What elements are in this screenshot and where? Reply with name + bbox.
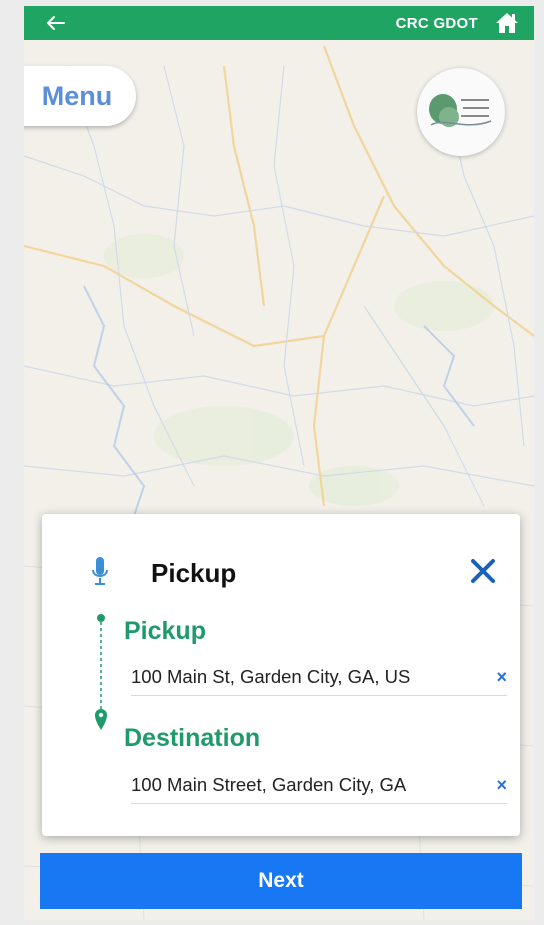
agency-logo-image	[429, 94, 492, 127]
menu-label: Menu	[41, 80, 113, 111]
card-title: Pickup	[151, 558, 237, 588]
clear-destination-button[interactable]: ×	[491, 775, 507, 796]
next-button-label: Next	[258, 869, 304, 892]
trip-entry-card: Pickup Pickup 100 Main St, Garden City, …	[42, 514, 520, 836]
route-connector-icon	[95, 614, 107, 730]
close-icon	[471, 559, 495, 583]
home-button[interactable]	[492, 10, 522, 36]
close-button[interactable]	[462, 550, 504, 592]
destination-address-value: 100 Main Street, Garden City, GA	[131, 774, 407, 795]
next-button[interactable]: Next	[40, 853, 522, 909]
app-screen: CRC GDOT Menu Pickup Pickup 100 Main St,…	[24, 6, 534, 920]
back-button[interactable]	[40, 11, 70, 35]
home-icon	[496, 13, 518, 33]
pickup-label: Pickup	[124, 617, 206, 645]
destination-label: Destination	[124, 724, 261, 752]
app-title: CRC GDOT	[395, 15, 478, 32]
menu-button[interactable]: Menu	[24, 66, 136, 126]
agency-logo	[417, 68, 505, 156]
arrow-left-icon	[47, 16, 65, 30]
clear-pickup-button[interactable]: ×	[491, 667, 507, 688]
app-header: CRC GDOT	[24, 6, 534, 40]
pickup-address-field[interactable]: 100 Main St, Garden City, GA, US ×	[131, 659, 507, 696]
destination-address-field[interactable]: 100 Main Street, Garden City, GA ×	[131, 767, 507, 804]
microphone-icon[interactable]	[92, 556, 108, 586]
pickup-address-value: 100 Main St, Garden City, GA, US	[131, 666, 411, 687]
